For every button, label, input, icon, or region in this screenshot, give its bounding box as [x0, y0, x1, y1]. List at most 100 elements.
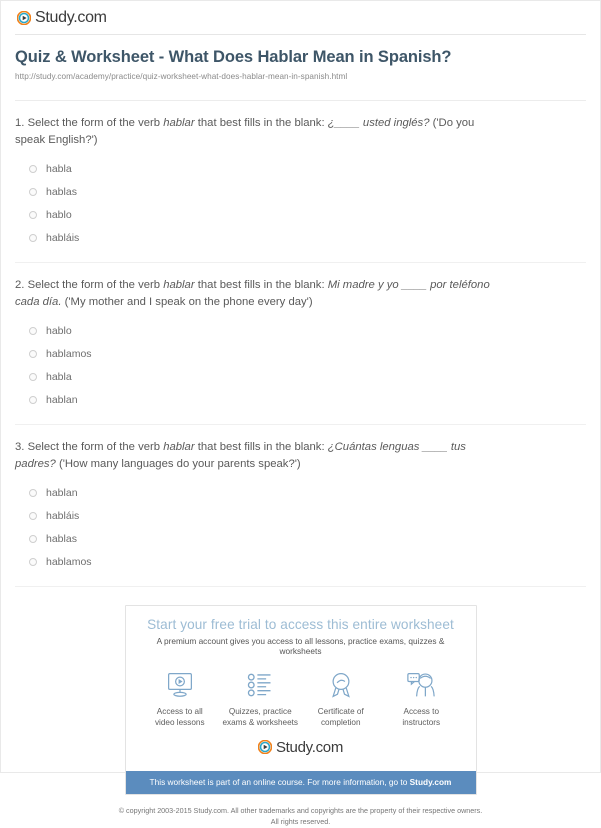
answer-options: hablo hablamos habla hablan: [15, 320, 586, 412]
logo-wordmark: Study.com: [276, 740, 343, 755]
question-lead: Select the form of the verb: [27, 440, 164, 453]
answer-option[interactable]: hablo: [15, 204, 586, 227]
feature-certificate: Certificate of completion: [301, 669, 381, 728]
question-prompt: ¿____ usted inglés?: [327, 116, 430, 129]
radio-button-icon[interactable]: [29, 373, 37, 382]
answer-option-label: habláis: [46, 510, 80, 523]
answer-option[interactable]: habláis: [15, 505, 586, 528]
question-block: 2. Select the form of the verb hablar th…: [15, 263, 586, 425]
questions-list: 1. Select the form of the verb hablar th…: [15, 101, 586, 587]
question-number: 1.: [15, 116, 25, 129]
answer-option-label: habla: [46, 371, 72, 384]
question-block: 3. Select the form of the verb hablar th…: [15, 425, 586, 587]
question-text: 2. Select the form of the verb hablar th…: [15, 277, 586, 312]
radio-button-icon[interactable]: [29, 350, 37, 359]
radio-button-icon[interactable]: [29, 396, 37, 405]
copyright-footer: © copyright 2003-2015 Study.com. All oth…: [15, 795, 586, 828]
radio-button-icon[interactable]: [29, 165, 37, 174]
copyright-line-1: © copyright 2003-2015 Study.com. All oth…: [118, 805, 483, 815]
instructor-chat-icon: [381, 669, 461, 701]
logo-name: Study: [35, 9, 74, 26]
logo-wordmark: Study.com: [35, 10, 107, 26]
question-mid: that best fills in the blank:: [194, 116, 328, 129]
answer-option[interactable]: hablo: [15, 320, 586, 343]
question-mid: that best fills in the blank:: [194, 278, 328, 291]
logo-name: Study: [275, 738, 312, 756]
question-mid: that best fills in the blank:: [194, 440, 328, 453]
copyright-line-2: All rights reserved.: [270, 816, 331, 826]
radio-button-icon[interactable]: [29, 327, 37, 336]
question-text: 3. Select the form of the verb hablar th…: [15, 439, 586, 474]
checklist-icon: [220, 669, 300, 701]
answer-option[interactable]: hablas: [15, 181, 586, 204]
radio-button-icon[interactable]: [29, 234, 37, 243]
answer-option[interactable]: hablan: [15, 389, 586, 412]
promo-logo-row: Study.com: [136, 728, 466, 765]
feature-label-line1: Access to: [403, 706, 440, 716]
title-block: Quiz & Worksheet - What Does Hablar Mean…: [15, 35, 586, 90]
answer-option-label: hablamos: [46, 556, 92, 569]
question-translation: ('How many languages do your parents spe…: [55, 458, 301, 471]
page-title: Quiz & Worksheet - What Does Hablar Mean…: [15, 48, 452, 66]
answer-option[interactable]: hablamos: [15, 551, 586, 574]
answer-option[interactable]: habla: [15, 366, 586, 389]
radio-button-icon[interactable]: [29, 535, 37, 544]
free-trial-card: Start your free trial to access this ent…: [124, 604, 477, 795]
banner-text: This worksheet is part of an online cour…: [149, 776, 410, 787]
answer-options: hablan habláis hablas hablamos: [15, 482, 586, 574]
studycom-logo[interactable]: Study.com: [16, 10, 107, 26]
question-number: 2.: [15, 278, 25, 291]
question-verb: hablar: [163, 278, 195, 291]
feature-label-line1: Access to all: [156, 706, 203, 716]
answer-option-label: hablo: [46, 325, 72, 338]
question-lead: Select the form of the verb: [27, 116, 164, 129]
answer-option-label: hablan: [46, 487, 78, 500]
banner-link[interactable]: Study.com: [410, 777, 452, 787]
studycom-logo-footer[interactable]: Study.com: [257, 740, 343, 755]
question-translation: ('My mother and I speak on the phone eve…: [61, 296, 313, 309]
radio-button-icon[interactable]: [29, 489, 37, 498]
answer-option-label: habláis: [46, 232, 80, 245]
answer-option[interactable]: hablamos: [15, 343, 586, 366]
feature-label-line2: exams & worksheets: [222, 717, 299, 727]
answer-option-label: hablamos: [46, 348, 92, 361]
feature-label-line1: Certificate of: [317, 706, 364, 716]
question-verb: hablar: [163, 440, 195, 453]
answer-options: habla hablas hablo habláis: [15, 158, 586, 250]
answer-option-label: hablo: [46, 209, 72, 222]
promo-section: Start your free trial to access this ent…: [15, 587, 586, 795]
answer-option[interactable]: habláis: [15, 227, 586, 250]
radio-button-icon[interactable]: [29, 512, 37, 521]
answer-option-label: hablan: [46, 394, 78, 407]
feature-label-line2: completion: [320, 717, 361, 727]
answer-option[interactable]: hablan: [15, 482, 586, 505]
promo-subtitle: A premium account gives you access to al…: [156, 635, 445, 656]
logo-tld: .com: [311, 738, 344, 756]
course-banner: This worksheet is part of an online cour…: [125, 770, 476, 794]
radio-button-icon[interactable]: [29, 558, 37, 567]
worksheet-page: Study.com Quiz & Worksheet - What Does H…: [0, 0, 601, 826]
page-url: http://study.com/academy/practice/quiz-w…: [15, 71, 348, 81]
question-block: 1. Select the form of the verb hablar th…: [15, 101, 586, 263]
monitor-play-icon: [140, 669, 220, 701]
question-number: 3.: [15, 440, 25, 453]
answer-option[interactable]: hablas: [15, 528, 586, 551]
radio-button-icon[interactable]: [29, 211, 37, 220]
promo-features: Access to all video lessons Quizzes, pra…: [136, 669, 466, 728]
answer-option-label: hablas: [46, 186, 77, 199]
answer-option-label: habla: [46, 163, 72, 176]
answer-option[interactable]: habla: [15, 158, 586, 181]
site-header: Study.com: [15, 1, 586, 34]
feature-quizzes-worksheets: Quizzes, practice exams & worksheets: [220, 669, 300, 728]
play-circle-icon: [16, 10, 32, 26]
award-ribbon-icon: [301, 669, 381, 701]
feature-label-line2: instructors: [402, 717, 441, 727]
feature-video-lessons: Access to all video lessons: [140, 669, 220, 728]
question-lead: Select the form of the verb: [27, 278, 164, 291]
question-verb: hablar: [163, 116, 195, 129]
logo-tld: .com: [73, 9, 107, 26]
feature-label-line1: Quizzes, practice: [228, 706, 292, 716]
radio-button-icon[interactable]: [29, 188, 37, 197]
answer-option-label: hablas: [46, 533, 77, 546]
play-circle-icon: [257, 740, 273, 755]
